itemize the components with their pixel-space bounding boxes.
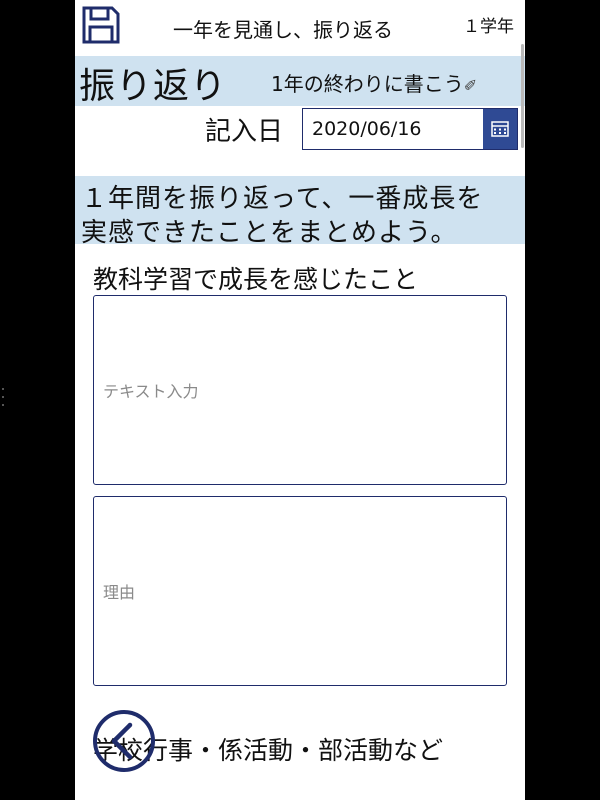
date-row: 記入日 2020/06/16 xyxy=(75,108,525,152)
app-title: 一年を見通し、振り返る xyxy=(173,18,393,42)
section-subtitle: 1年の終わりに書こう✐ xyxy=(271,68,477,97)
reason-input-box[interactable]: 理由 xyxy=(93,496,507,686)
grade-label: １学年 xyxy=(463,17,514,37)
date-value: 2020/06/16 xyxy=(312,118,422,140)
section-subtitle-text: 1年の終わりに書こう xyxy=(271,72,464,96)
text-input-placeholder: テキスト入力 xyxy=(103,382,199,401)
question-1-label: 教科学習で成長を感じたこと xyxy=(93,265,419,294)
text-input-box[interactable]: テキスト入力 xyxy=(93,295,507,485)
reason-input-placeholder: 理由 xyxy=(103,583,136,602)
save-icon[interactable] xyxy=(81,5,121,45)
date-label: 記入日 xyxy=(205,117,284,147)
header: 一年を見通し、振り返る １学年 xyxy=(75,0,525,54)
pencil-icon: ✐ xyxy=(463,76,478,95)
section-header: 振り返り 1年の終わりに書こう✐ xyxy=(75,56,525,107)
instruction-line-1: １年間を振り返って、一番成長を xyxy=(81,184,484,214)
chevron-left-icon xyxy=(93,710,155,772)
app-screen: 一年を見通し、振り返る １学年 振り返り 1年の終わりに書こう✐ 記入日 202… xyxy=(75,0,525,800)
calendar-icon xyxy=(491,121,509,137)
section-title: 振り返り xyxy=(79,66,228,107)
instruction-line-2: 実感できたことをまとめよう。 xyxy=(81,218,458,248)
instruction-banner: １年間を振り返って、一番成長を 実感できたことをまとめよう。 xyxy=(75,176,525,248)
scrollbar[interactable] xyxy=(521,44,524,148)
calendar-button[interactable] xyxy=(483,109,517,149)
side-handle xyxy=(2,388,5,412)
date-field[interactable]: 2020/06/16 xyxy=(302,108,518,150)
back-button[interactable] xyxy=(92,709,156,773)
